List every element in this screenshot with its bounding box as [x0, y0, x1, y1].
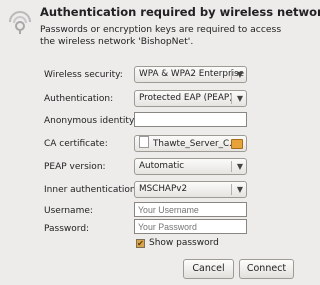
ca-certificate-label: CA certificate: — [44, 139, 108, 149]
dialog-title: Authentication required by wireless netw… — [40, 5, 320, 19]
chevron-down-icon: ▼ — [236, 94, 243, 103]
username-field[interactable] — [134, 202, 247, 217]
chevron-down-icon: ▼ — [236, 70, 243, 79]
peap-version-label: PEAP version: — [44, 162, 106, 172]
inner-authentication-value: MSCHAPv2 — [139, 184, 188, 194]
password-label: Password: — [44, 224, 90, 234]
anonymous-identity-label: Anonymous identity: — [44, 116, 137, 126]
authentication-combo[interactable]: Protected EAP (PEAP) ▼ — [134, 90, 247, 107]
document-icon — [139, 136, 149, 148]
connect-button[interactable]: Connect — [239, 259, 294, 279]
wireless-security-value: WPA & WPA2 Enterprise — [139, 69, 245, 79]
dialog-description: Passwords or encryption keys are require… — [40, 24, 282, 47]
show-password-checkbox[interactable]: ✔ — [136, 239, 145, 248]
chevron-down-icon: ▼ — [236, 162, 243, 171]
peap-version-value: Automatic — [139, 161, 185, 171]
folder-icon — [231, 139, 243, 149]
anonymous-identity-field[interactable] — [134, 112, 247, 127]
authentication-label: Authentication: — [44, 94, 114, 104]
wireless-key-icon — [9, 11, 31, 34]
wireless-security-combo[interactable]: WPA & WPA2 Enterprise ▼ — [134, 66, 247, 83]
inner-authentication-label: Inner authentication: — [44, 185, 139, 195]
inner-authentication-combo[interactable]: MSCHAPv2 ▼ — [134, 181, 247, 198]
wireless-security-label: Wireless security: — [44, 70, 123, 80]
password-field[interactable] — [134, 219, 247, 234]
ca-certificate-chooser[interactable]: Thawte_Server_C... — [134, 135, 247, 152]
cancel-button[interactable]: Cancel — [183, 259, 234, 279]
ca-certificate-value: Thawte_Server_C... — [153, 139, 238, 149]
show-password-label: Show password — [149, 238, 219, 248]
authentication-value: Protected EAP (PEAP) — [139, 93, 233, 103]
username-label: Username: — [44, 206, 93, 216]
peap-version-combo[interactable]: Automatic ▼ — [134, 158, 247, 175]
chevron-down-icon: ▼ — [236, 185, 243, 194]
